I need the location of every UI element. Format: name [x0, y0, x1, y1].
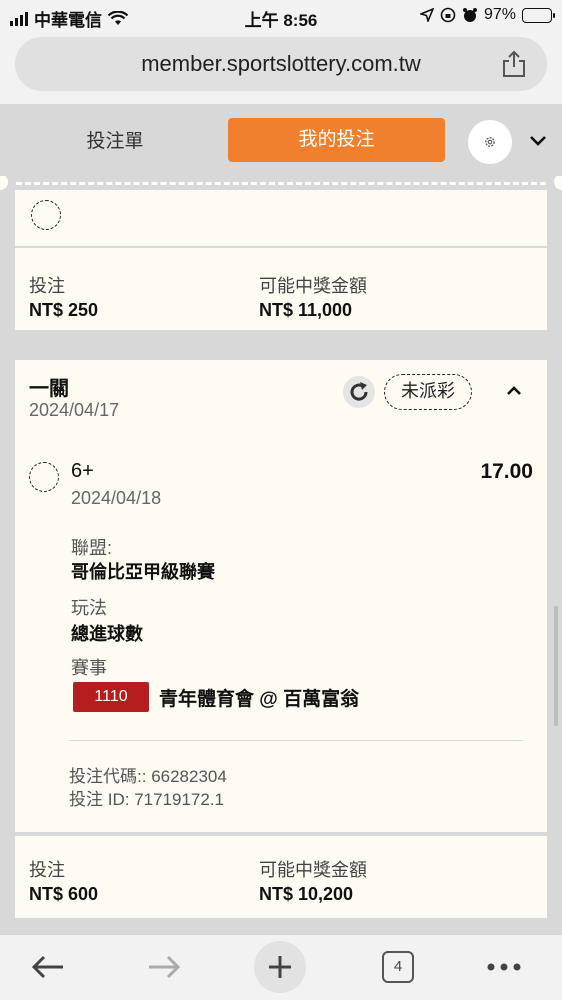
- market-name: 總進球數: [71, 624, 143, 644]
- bet-tabs-header: 投注單 我的投注: [0, 104, 562, 176]
- bet-id-row: 投注 ID: 71719172.1: [69, 785, 224, 810]
- pending-status-icon: [29, 462, 59, 492]
- bets-list: 投注 NT$ 250 可能中獎金額 NT$ 11,000 一關 2024/04/…: [0, 176, 562, 934]
- share-icon[interactable]: [501, 50, 527, 78]
- more-icon: [487, 963, 521, 971]
- bet-summary: 投注 NT$ 600 可能中獎金額 NT$ 10,200: [15, 836, 547, 918]
- settings-button[interactable]: [468, 120, 512, 164]
- league-name: 哥倫比亞甲級聯賽: [71, 562, 215, 582]
- arrow-left-icon: [31, 955, 63, 979]
- tab-my-bets[interactable]: 我的投注: [228, 118, 445, 162]
- url-text[interactable]: member.sportslottery.com.tw: [15, 51, 547, 77]
- bet-card: 一關 2024/04/17 未派彩 6+ 2024/04/18 17.00 聯盟…: [15, 360, 547, 832]
- odds-value: 17.00: [480, 460, 533, 483]
- forward-button[interactable]: [138, 941, 190, 993]
- bet-code-label: 投注代碼::: [69, 767, 147, 786]
- refresh-icon: [350, 382, 368, 401]
- refresh-button[interactable]: [343, 376, 375, 408]
- divider: [69, 740, 523, 741]
- address-bar-area: member.sportslottery.com.tw: [0, 34, 562, 104]
- tab-bet-slip[interactable]: 投注單: [30, 122, 200, 162]
- match-row: 1110 青年體育會 @ 百萬富翁: [73, 682, 359, 712]
- bet-code-row: 投注代碼:: 66282304: [69, 762, 227, 787]
- chevron-up-icon[interactable]: [503, 380, 525, 402]
- match-code-tag: 1110: [73, 682, 149, 712]
- previous-bet-summary: 投注 NT$ 250 可能中獎金額 NT$ 11,000: [15, 248, 547, 330]
- browser-toolbar: 4: [0, 934, 562, 1000]
- stake: 投注 NT$ 600: [29, 856, 98, 905]
- plus-icon: [269, 956, 291, 978]
- bet-type: 一關: [29, 378, 69, 400]
- payout-value: NT$ 10,200: [259, 884, 354, 904]
- ticket-divider: [16, 182, 546, 185]
- alarm-icon: [462, 8, 477, 22]
- bet-code-value: 66282304: [151, 767, 227, 786]
- bet-id-label: 投注 ID:: [69, 790, 130, 809]
- rotation-lock-icon: [440, 7, 456, 23]
- payout-value: NT$ 11,000: [259, 300, 353, 320]
- stake-label: 投注: [29, 860, 65, 880]
- location-icon: [419, 8, 434, 22]
- stake-label: 投注: [29, 276, 65, 296]
- back-button[interactable]: [22, 941, 74, 993]
- status-badge: 未派彩: [384, 374, 472, 410]
- stake-value: NT$ 250: [29, 300, 99, 320]
- gear-icon: [485, 137, 495, 147]
- bet-date: 2024/04/17: [29, 400, 120, 420]
- payout-label: 可能中獎金額: [259, 860, 367, 880]
- tabs-button[interactable]: 4: [372, 941, 424, 993]
- stake-value: NT$ 600: [29, 884, 99, 904]
- pending-status-icon: [31, 200, 61, 230]
- more-button[interactable]: [478, 941, 530, 993]
- previous-stake: 投注 NT$ 250: [29, 272, 98, 321]
- league-label: 聯盟:: [71, 538, 113, 558]
- arrow-right-icon: [149, 955, 181, 979]
- match-label: 賽事: [71, 658, 107, 678]
- new-tab-button[interactable]: [254, 941, 306, 993]
- market-label: 玩法: [71, 598, 107, 618]
- ticket-notch: [554, 176, 562, 190]
- scrollbar[interactable]: [554, 606, 558, 726]
- event-date: 2024/04/18: [71, 488, 162, 508]
- status-right: 97%: [419, 6, 555, 24]
- match-name: 青年體育會 @ 百萬富翁: [159, 688, 360, 710]
- ticket-notch: [0, 176, 8, 190]
- selection-pick: 6+: [71, 460, 94, 482]
- chevron-down-icon[interactable]: [526, 128, 550, 152]
- previous-payout: 可能中獎金額 NT$ 11,000: [259, 272, 367, 321]
- payout-label: 可能中獎金額: [259, 276, 367, 296]
- battery-icon: [522, 7, 555, 23]
- battery-percent: 97%: [483, 6, 516, 23]
- status-bar: 中華電信 上午 8:56 97%: [0, 0, 562, 34]
- address-bar[interactable]: member.sportslottery.com.tw: [15, 37, 547, 91]
- tab-count: 4: [382, 951, 414, 983]
- payout: 可能中獎金額 NT$ 10,200: [259, 856, 367, 905]
- previous-bet-selection: [15, 190, 547, 246]
- bet-id-value: 71719172.1: [134, 790, 225, 809]
